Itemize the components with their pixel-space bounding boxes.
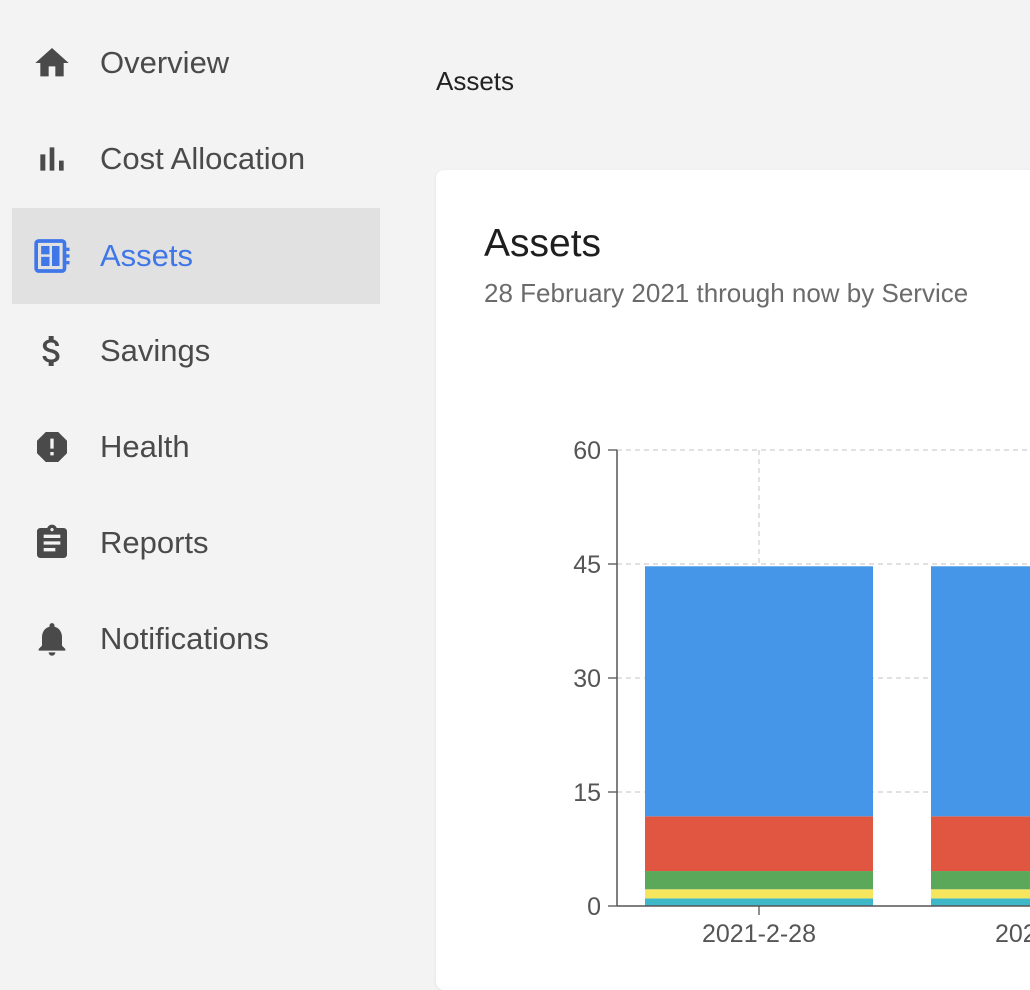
sidebar-item-notifications[interactable]: Notifications: [12, 591, 380, 687]
sidebar-item-label: Savings: [100, 333, 211, 368]
sidebar-item-label: Health: [100, 429, 190, 464]
bar-chart-icon: [32, 139, 72, 179]
assets-card: Assets 28 February 2021 through now by S…: [436, 170, 1030, 990]
card-title: Assets: [484, 222, 602, 265]
sidebar-item-assets[interactable]: Assets: [12, 208, 380, 304]
page-title: Assets: [436, 66, 515, 96]
clipboard-icon: [32, 523, 72, 563]
card-subtitle: 28 February 2021 through now by Service: [484, 278, 969, 308]
dashboard-icon: [32, 236, 72, 276]
sidebar-item-label: Assets: [100, 238, 194, 273]
sidebar-item-overview[interactable]: Overview: [12, 15, 380, 111]
sidebar-item-label: Overview: [100, 45, 230, 80]
sidebar: Overview Cost Allocation Assets Savings: [0, 0, 392, 948]
alert-octagon-icon: [32, 427, 72, 467]
sidebar-item-health[interactable]: Health: [12, 399, 380, 495]
sidebar-item-savings[interactable]: Savings: [12, 303, 380, 399]
sidebar-item-reports[interactable]: Reports: [12, 495, 380, 591]
sidebar-item-label: Cost Allocation: [100, 141, 306, 176]
sidebar-item-cost-allocation[interactable]: Cost Allocation: [12, 111, 380, 207]
sidebar-item-label: Reports: [100, 525, 209, 560]
sidebar-item-label: Notifications: [100, 621, 269, 656]
home-icon: [32, 43, 72, 83]
bell-icon: [32, 619, 72, 659]
dollar-icon: [32, 331, 72, 371]
